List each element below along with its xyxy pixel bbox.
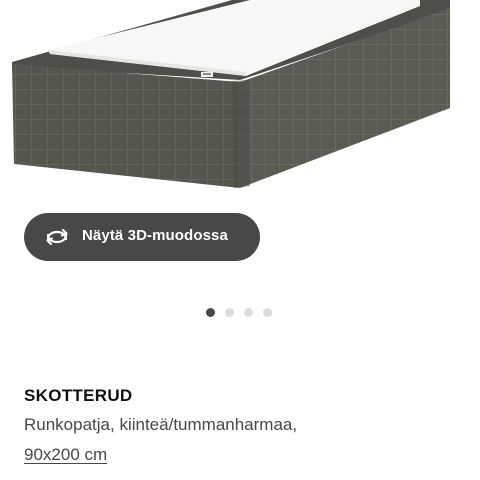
gallery-pagination xyxy=(206,308,272,318)
product-name: SKOTTERUD xyxy=(24,386,133,405)
product-size-link[interactable]: 90x200 cm xyxy=(24,445,107,465)
gallery-dot-2[interactable] xyxy=(225,308,234,317)
product-image-mattress[interactable] xyxy=(0,0,480,200)
view-3d-button[interactable]: Näytä 3D-muodossa xyxy=(24,213,260,261)
gallery-dot-4[interactable] xyxy=(263,308,272,317)
rotate-3d-icon xyxy=(44,225,70,249)
product-description: Runkopatja, kiinteä/tummanharmaa, xyxy=(24,415,298,434)
view-3d-label: Näytä 3D-muodossa xyxy=(82,227,228,244)
gallery-dot-3[interactable] xyxy=(244,308,253,317)
product-page: Näytä 3D-muodossa SKOTTERUD Runkopatja, … xyxy=(0,0,480,480)
gallery-dot-1[interactable] xyxy=(206,308,215,317)
